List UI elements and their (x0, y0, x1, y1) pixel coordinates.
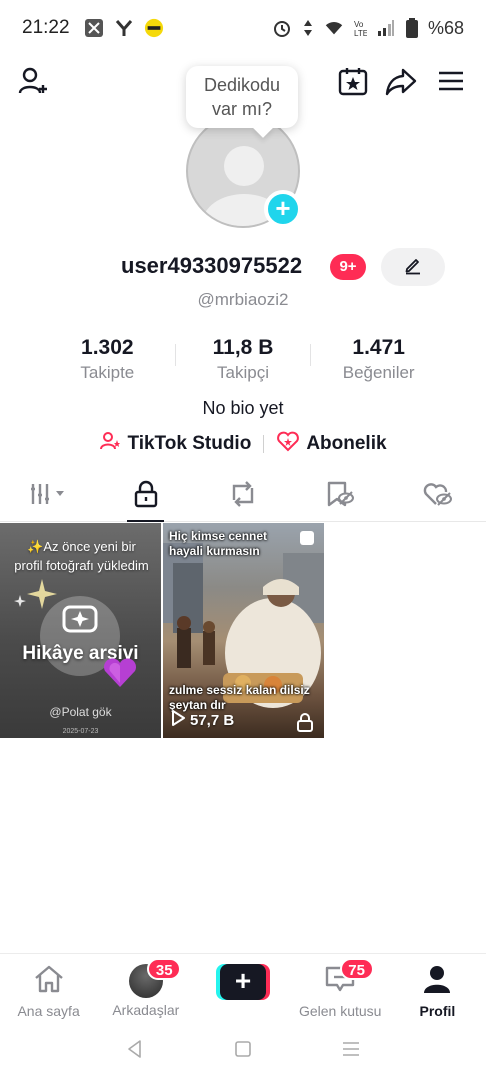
y-app-icon (114, 18, 134, 38)
stats-row: 1.302 Takipte 11,8 B Takipçi 1.471 Beğen… (40, 336, 446, 383)
subscription-link[interactable]: Abonelik (276, 430, 387, 458)
user-handle: @mrbiaozi2 (197, 290, 289, 309)
bubble-line-2: var mı? (211, 99, 272, 119)
pencil-icon (403, 255, 423, 280)
username: user49330975522 (121, 253, 303, 278)
stat-likes[interactable]: 1.471 Beğeniler (311, 336, 446, 383)
play-icon (171, 710, 185, 730)
stat-likes-value: 1.471 (352, 336, 405, 359)
nav-home[interactable]: Ana sayfa (0, 954, 97, 1023)
story-author: @Polat gök (49, 705, 112, 719)
nav-friends-label: Arkadaşlar (112, 1002, 180, 1018)
svg-text:LTE: LTE (354, 29, 367, 38)
subscription-heart-icon (276, 430, 300, 458)
stat-followers[interactable]: 11,8 B Takipçi (176, 336, 311, 383)
lock-icon (133, 480, 159, 513)
bio[interactable]: No bio yet (0, 398, 486, 419)
video-grid: ✨Az önce yeni bir profil fotoğrafı yükle… (0, 523, 486, 738)
battery-icon (402, 18, 422, 38)
edit-profile-button[interactable] (381, 248, 445, 286)
nav-profile-label: Profil (419, 1003, 456, 1019)
tab-liked[interactable] (389, 472, 486, 521)
nav-create[interactable]: + (194, 954, 291, 1023)
story-archive-icon (60, 601, 100, 635)
tab-reposts[interactable] (194, 472, 291, 521)
nav-profile[interactable]: Profil (389, 954, 486, 1023)
data-arrows-icon (298, 18, 318, 38)
profile-links: TikTok Studio Abonelik (0, 430, 486, 458)
video-thumbnail-2[interactable]: Hiç kimse cennet hayali kurmasın zulme s… (163, 523, 324, 738)
status-app-icons (84, 18, 164, 38)
video-caption-top: Hiç kimse cennet hayali kurmasın (169, 529, 268, 558)
profile-tabs (0, 472, 486, 522)
gossip-bubble[interactable]: Dedikodu var mı? (186, 66, 298, 138)
status-right: Vo LTE %68 (272, 18, 464, 39)
tiktok-studio-link[interactable]: TikTok Studio (99, 430, 251, 458)
scissors-app-icon (84, 18, 104, 38)
home-square-icon[interactable] (234, 1040, 252, 1063)
multi-post-icon (298, 529, 316, 547)
home-icon (33, 964, 65, 999)
back-icon[interactable] (125, 1039, 145, 1064)
repost-icon (228, 480, 258, 513)
inbox-badge: 75 (339, 958, 374, 980)
calendar-star-icon[interactable] (336, 64, 370, 98)
bubble-line-1: Dedikodu (203, 75, 281, 95)
share-icon[interactable] (384, 64, 418, 98)
stat-following-value: 1.302 (81, 336, 134, 359)
liked-icon (422, 480, 453, 513)
volte-icon: Vo LTE (350, 18, 370, 38)
views-count: 57,7 B (190, 711, 235, 729)
profile-icon (422, 964, 452, 999)
nav-home-label: Ana sayfa (17, 1003, 80, 1019)
video-views: 57,7 B (171, 710, 234, 730)
avatar-head (224, 146, 264, 186)
bottom-nav: Ana sayfa 35 Arkadaşlar + 75 Gelen kutus… (0, 953, 486, 1023)
favorites-icon (325, 480, 355, 513)
stat-following[interactable]: 1.302 Takipte (40, 336, 175, 383)
stat-followers-label: Takipçi (217, 363, 269, 382)
video-thumbnail-story-archive[interactable]: ✨Az önce yeni bir profil fotoğrafı yükle… (0, 523, 161, 738)
recents-icon[interactable] (341, 1040, 361, 1063)
video-caption-bottom: zulme sessiz kalan dilsiz şeytan dır (169, 683, 310, 712)
add-friend-icon[interactable] (16, 64, 50, 98)
nav-friends[interactable]: 35 Arkadaşlar (97, 954, 194, 1023)
system-nav-bar (0, 1023, 486, 1080)
stat-following-label: Takipte (80, 363, 135, 382)
stat-likes-label: Beğeniler (342, 363, 415, 382)
tab-videos[interactable] (0, 472, 97, 521)
private-lock-icon (296, 712, 314, 732)
status-bar: 21:22 Vo LTE %68 (0, 0, 486, 56)
link-separator (263, 435, 265, 453)
menu-icon[interactable] (434, 64, 468, 98)
tab-private[interactable] (97, 472, 194, 522)
grid-filter-icon (29, 481, 69, 512)
signal-icon (376, 18, 396, 38)
status-time: 21:22 (22, 17, 70, 38)
nav-inbox[interactable]: 75 Gelen kutusu (292, 954, 389, 1023)
story-date: 2025-07-23 (62, 728, 99, 735)
tab-favorites[interactable] (292, 472, 389, 521)
battery-percent: %68 (427, 17, 464, 38)
nav-inbox-label: Gelen kutusu (298, 1003, 382, 1019)
stat-followers-value: 11,8 B (212, 336, 274, 359)
subscription-label: Abonelik (306, 433, 387, 454)
add-photo-button[interactable]: + (264, 190, 302, 228)
friends-badge: 35 (147, 958, 182, 980)
alarm-icon (272, 18, 292, 38)
notification-badge[interactable]: 9+ (330, 254, 366, 280)
svg-text:Vo: Vo (354, 20, 364, 29)
tiktok-studio-label: TikTok Studio (127, 433, 252, 454)
purple-heart-icon (102, 657, 138, 689)
studio-person-icon (99, 430, 121, 458)
yellow-app-icon (144, 18, 164, 38)
story-top-text: ✨Az önce yeni bir profil fotoğrafı yükle… (14, 539, 149, 573)
create-button[interactable]: + (216, 964, 270, 1000)
create-plus-icon: + (220, 964, 266, 1000)
wifi-icon (324, 18, 344, 38)
